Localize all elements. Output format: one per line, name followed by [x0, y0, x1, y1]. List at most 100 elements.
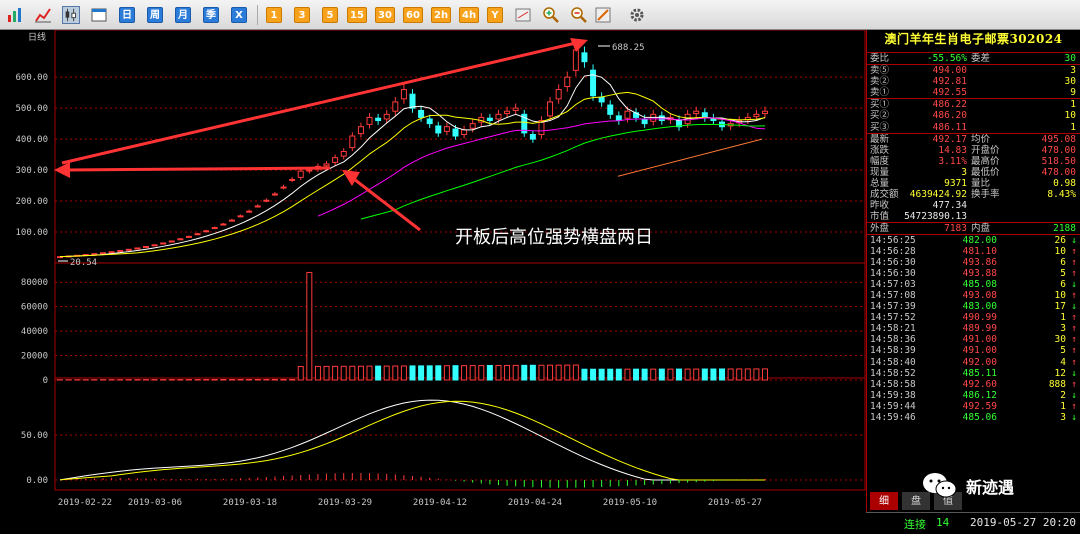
candle	[160, 242, 167, 245]
candle	[529, 133, 536, 140]
annotation-text: 开板后高位强势横盘两日	[455, 227, 653, 248]
candle	[409, 93, 416, 109]
stock-title: 澳门羊年生肖电子邮票302024	[867, 30, 1080, 53]
tick-row: 14:56:25 482.00 26 ↓	[870, 234, 1077, 246]
volume-bar	[289, 378, 296, 381]
tick-row: 14:59:46 485.06 3 ↓	[870, 412, 1077, 423]
candle	[349, 135, 356, 149]
toolbar: 日 周 月 季 X 1 3 5 15 30 60 2h 4h Y	[0, 0, 1080, 30]
zoom-in-icon[interactable]	[542, 6, 560, 24]
candle	[185, 235, 192, 238]
tick-row: 14:56:30 493.88 5 ↑	[870, 267, 1077, 279]
pen-icon[interactable]	[594, 6, 612, 24]
candle	[693, 110, 700, 115]
volume-bar	[710, 368, 717, 381]
zoom-out-icon[interactable]	[570, 6, 588, 24]
candle	[426, 118, 433, 125]
volume-bar	[254, 378, 261, 381]
tick-row: 14:59:38 486.12 2 ↓	[870, 389, 1077, 401]
quote-row: 总量 9371 量比 0.98	[870, 178, 1076, 190]
quote-row: 最新 492.17 均价 495.08	[870, 133, 1076, 145]
candle	[254, 205, 261, 208]
volume-bar	[486, 365, 493, 381]
candle	[134, 247, 141, 250]
price-tick: 200.00	[15, 197, 48, 207]
minute-15-button[interactable]: 15	[347, 7, 367, 23]
line-chart-icon[interactable]	[34, 6, 52, 24]
bid-row: 买③ 486.11 1	[870, 121, 1076, 133]
volume-bar	[435, 365, 442, 381]
candle	[461, 129, 468, 135]
watermark: 新迹遇	[920, 470, 1060, 502]
minute-60-button[interactable]: 60	[403, 7, 423, 23]
period-x-button[interactable]: X	[231, 7, 247, 23]
window-icon[interactable]	[90, 6, 108, 24]
volume-bar	[727, 368, 734, 381]
volume-bar	[297, 366, 304, 381]
period-quarter-button[interactable]: 季	[203, 7, 219, 23]
chart-area[interactable]: 日线 600.00 500.00 400.00 300.00 200.00 100.00 …	[0, 30, 866, 513]
candle	[572, 49, 579, 71]
period-month-button[interactable]: 月	[175, 7, 191, 23]
quote-row: 成交额 4639424.92 换手率 8.43%	[870, 189, 1076, 201]
date-label: 2019-02-22	[58, 498, 112, 508]
volume-bar	[349, 365, 356, 381]
candle	[701, 112, 708, 118]
hour-4-button[interactable]: 4h	[459, 7, 480, 23]
tick-row: 14:57:39 483.00 17 ↓	[870, 301, 1077, 313]
hour-2-button[interactable]: 2h	[431, 7, 452, 23]
volume-bar	[400, 365, 407, 381]
volume-tick: 20000	[21, 352, 48, 362]
volume-bar	[658, 368, 665, 381]
candle	[641, 118, 648, 125]
date-label: 2019-05-27	[708, 498, 762, 508]
minute-5-button[interactable]: 5	[322, 7, 338, 23]
minute-1-button[interactable]: 1	[266, 7, 282, 23]
volume-bar	[237, 378, 244, 381]
candle	[383, 113, 390, 120]
volume-bar	[701, 368, 708, 381]
candlestick-icon[interactable]	[62, 6, 80, 24]
volume-bar	[340, 365, 347, 381]
volume-bar	[504, 364, 511, 381]
candle	[357, 126, 364, 135]
candle	[340, 151, 347, 157]
ask-row: 卖⑤ 494.00 3	[870, 65, 1076, 77]
volume-bar	[641, 368, 648, 381]
candle	[418, 109, 425, 118]
candle	[400, 89, 407, 100]
watermark-label: 新迹遇	[966, 478, 1015, 497]
candle	[392, 101, 399, 112]
candle	[211, 227, 218, 230]
period-day-button[interactable]: 日	[119, 7, 135, 23]
candle	[375, 117, 382, 122]
quote-row: 幅度 3.11% 最高价 518.50	[870, 155, 1076, 167]
candle	[512, 107, 519, 111]
year-button[interactable]: Y	[487, 7, 503, 23]
candle	[624, 110, 631, 119]
bar-chart-icon[interactable]	[6, 6, 24, 24]
candle	[280, 186, 287, 189]
volume-bar	[332, 365, 339, 381]
kline-chart[interactable]: 日线 600.00500.00400.00300.00200.00100.00 …	[0, 30, 866, 513]
period-week-button[interactable]: 周	[147, 7, 163, 23]
tab-detail[interactable]: 细	[870, 492, 898, 510]
price-tick: 100.00	[15, 228, 48, 238]
candle	[177, 238, 184, 241]
volume-bar	[667, 368, 674, 381]
volume-bar	[744, 368, 751, 381]
quote-row: 涨跌 14.83 开盘价 478.00	[870, 144, 1076, 156]
volume-bar	[271, 378, 278, 381]
gear-icon[interactable]	[628, 6, 646, 24]
volume-bar	[246, 378, 253, 381]
candle	[108, 251, 115, 254]
connection-label: 连接	[904, 518, 926, 531]
candle	[581, 52, 588, 63]
volume-bar	[418, 365, 425, 381]
volume-bar	[581, 368, 588, 381]
minute-30-button[interactable]: 30	[375, 7, 395, 23]
minute-3-button[interactable]: 3	[294, 7, 310, 23]
window-icon[interactable]	[514, 6, 532, 24]
date-label: 2019-03-18	[223, 498, 277, 508]
date-label: 2019-05-10	[603, 498, 657, 508]
